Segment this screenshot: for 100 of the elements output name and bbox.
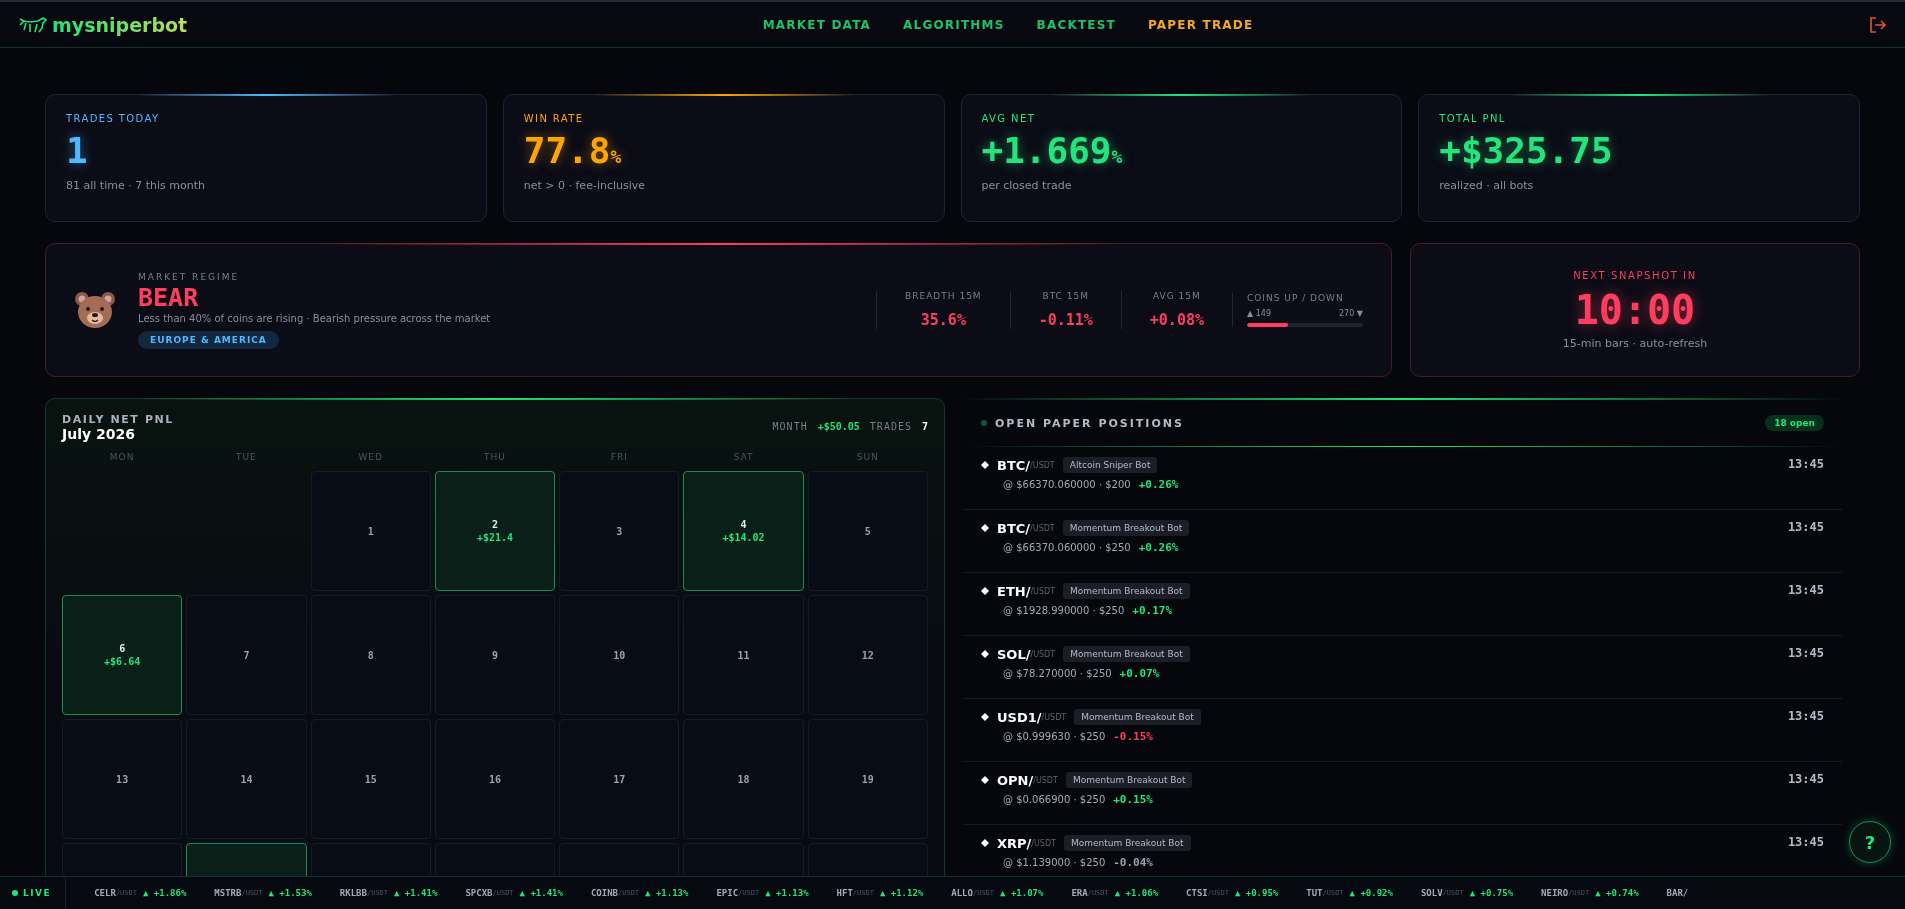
metric-label: COINS UP / DOWN [1247, 293, 1345, 303]
nav-link[interactable]: PAPER TRADE [1147, 13, 1254, 36]
quote-currency: /USDT [1030, 649, 1056, 659]
calendar-day[interactable]: 8 [310, 595, 431, 715]
calendar-day[interactable]: 9 [434, 595, 556, 715]
calendar-title: DAILY NET PNL [62, 413, 174, 426]
position-detail: @ $66370.060000 · $250 [1003, 542, 1131, 553]
diamond-icon [981, 839, 989, 847]
ticker-symbol: SPCXB [465, 888, 493, 898]
ticker-symbol: COINB [590, 888, 618, 898]
metric-label: BREADTH 15M [905, 291, 982, 301]
position-detail: @ $66370.060000 · $200 [1003, 479, 1131, 490]
position-change: +0.17% [1132, 604, 1173, 617]
ticker-symbol: ERA [1071, 888, 1088, 898]
bot-tag: Momentum Breakout Bot [1064, 835, 1191, 851]
coins-down-count: 270 ▼ [1339, 309, 1363, 318]
diamond-icon [981, 776, 989, 784]
calendar-day[interactable]: 5 [807, 471, 928, 591]
positions-title: OPEN PAPER POSITIONS [995, 416, 1184, 430]
bot-tag: Momentum Breakout Bot [1074, 709, 1201, 725]
trades-count: 7 [921, 421, 928, 432]
calendar-day[interactable]: 3 [559, 471, 680, 591]
position-change: +0.15% [1113, 793, 1153, 806]
regime-description: Less than 40% of coins are rising · Bearish pressure across the market [138, 312, 491, 324]
diamond-icon [981, 587, 989, 595]
diamond-icon [981, 713, 989, 721]
calendar-month: July 2026 [62, 426, 136, 442]
calendar-day[interactable]: 2 +$21.4 [434, 471, 556, 591]
ticker-symbol: RKLBB [339, 888, 367, 898]
help-button[interactable]: ? [1849, 821, 1891, 863]
stat-label: AVG NET [981, 113, 1037, 124]
position-time: 13:45 [1787, 457, 1824, 473]
calendar-day[interactable]: 4 +$14.02 [683, 471, 804, 591]
regime-label: MARKET REGIME [138, 271, 240, 282]
calendar-day[interactable]: 13 [62, 719, 183, 839]
position-change: +0.26% [1138, 541, 1179, 554]
month-label: MONTH [772, 421, 808, 432]
weekday-label: THU [483, 452, 507, 464]
metric-value: -0.11% [1038, 311, 1093, 329]
stat-value: 1 [66, 130, 88, 171]
stat-note: net > 0 · fee-inclusive [523, 179, 647, 192]
position-change: -0.15% [1113, 730, 1153, 743]
ticker-symbol: BAR/ [1666, 888, 1689, 898]
position-detail: @ $78.270000 · $250 [1003, 668, 1112, 679]
diamond-icon [981, 524, 989, 532]
calendar-day[interactable]: 11 [683, 595, 804, 715]
status-dot [981, 420, 987, 426]
nav-link[interactable]: MARKET DATA [762, 13, 872, 36]
calendar-day[interactable]: 10 [559, 595, 680, 715]
position-detail: @ $0.066900 · $250 [1003, 794, 1106, 805]
bot-tag: Altcoin Sniper Bot [1062, 457, 1158, 473]
ticker-change: ▲ +1.13% [765, 888, 809, 898]
weekday-label: SAT [732, 452, 755, 464]
ticker-change: ▲ +0.75% [1469, 888, 1514, 898]
live-label: LIVE [23, 888, 52, 898]
position-symbol: SOL/ [997, 646, 1031, 662]
stat-value: +$325.75 [1439, 130, 1613, 171]
position-detail: @ $1.139000 · $250 [1003, 857, 1106, 868]
weekday-label: FRI [609, 452, 629, 464]
position-time: 13:45 [1787, 835, 1824, 851]
ticker-change: ▲ +0.95% [1234, 888, 1279, 898]
position-symbol: USD1/ [997, 709, 1042, 725]
metric-label: AVG 15M [1152, 291, 1202, 301]
ticker-change: ▲ +1.12% [879, 888, 924, 898]
regime-name: BEAR [138, 284, 199, 310]
bear-face-icon [74, 290, 116, 330]
ticker-change: ▲ +0.74% [1595, 888, 1639, 898]
quote-currency: /USDT [1041, 712, 1067, 722]
ticker-change: ▲ +1.41% [519, 888, 563, 898]
calendar-day[interactable]: 18 [683, 719, 804, 839]
calendar-day[interactable]: 7 [186, 595, 307, 715]
stat-label: TOTAL PNL [1439, 113, 1507, 124]
calendar-day[interactable]: 15 [310, 719, 431, 839]
calendar-day[interactable]: 6 +$6.64 [62, 595, 183, 715]
nav-link[interactable]: BACKTEST [1036, 13, 1116, 36]
live-dot [12, 890, 18, 896]
stat-note: realized · all bots [1439, 179, 1535, 192]
position-time: 13:45 [1787, 583, 1824, 599]
stat-label: WIN RATE [523, 113, 585, 124]
nav-link[interactable]: ALGORITHMS [903, 13, 1005, 36]
calendar-day[interactable]: 17 [559, 719, 680, 839]
position-symbol: ETH/ [997, 583, 1031, 599]
logout-icon[interactable] [1869, 15, 1887, 34]
quote-currency: /USDT [1030, 523, 1055, 533]
calendar-day[interactable]: 19 [807, 719, 928, 839]
ticker-symbol: EPIC [716, 888, 739, 898]
weekday-label: WED [357, 452, 384, 464]
position-change: +0.07% [1119, 667, 1160, 680]
position-time: 13:45 [1787, 772, 1824, 788]
stat-note: 81 all time · 7 this month [66, 179, 206, 192]
position-change: -0.04% [1113, 856, 1153, 869]
diamond-icon [981, 461, 989, 469]
weekday-label: SUN [855, 452, 880, 464]
position-time: 13:45 [1787, 646, 1824, 662]
calendar-day[interactable]: 12 [807, 595, 928, 715]
ticker-change: ▲ +1.06% [1114, 888, 1159, 898]
calendar-day[interactable]: 1 [310, 471, 431, 591]
calendar-day[interactable]: 14 [186, 719, 307, 839]
bot-tag: Momentum Breakout Bot [1062, 520, 1190, 536]
calendar-day[interactable]: 16 [434, 719, 556, 839]
